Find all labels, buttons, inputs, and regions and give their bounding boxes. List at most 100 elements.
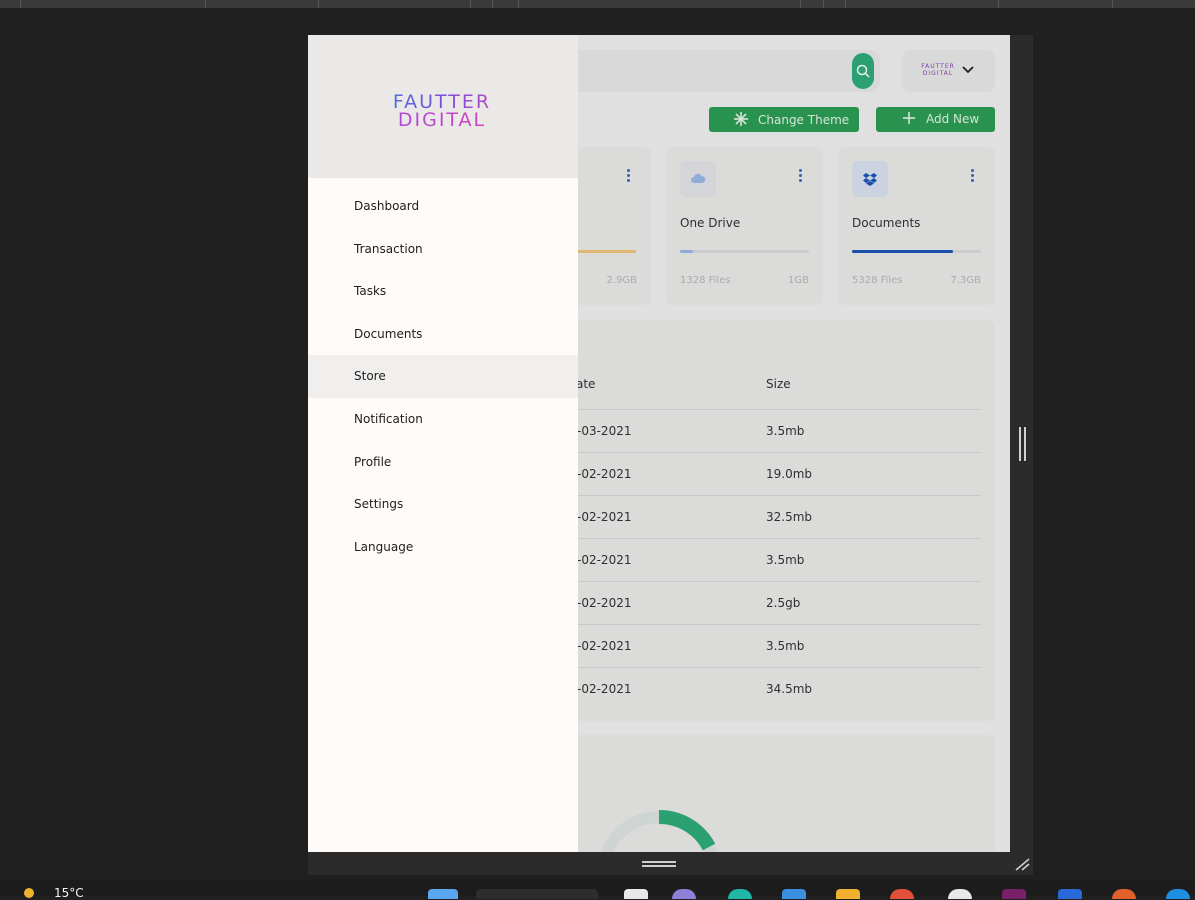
- task-view-icon[interactable]: [624, 889, 648, 899]
- row-size: 3.5mb: [766, 424, 805, 438]
- horizontal-resize-handle[interactable]: [642, 861, 676, 867]
- storage-progress-fill: [680, 250, 693, 253]
- nav-item-store[interactable]: Store: [308, 355, 578, 398]
- app-icon[interactable]: [948, 889, 972, 899]
- storage-progress: [680, 250, 809, 253]
- storage-title: Documents: [852, 216, 921, 230]
- store-app-icon[interactable]: [782, 889, 806, 899]
- more-options-icon[interactable]: [627, 169, 631, 184]
- dropbox-icon: [852, 161, 888, 197]
- vertical-resize-handle[interactable]: [1019, 427, 1026, 461]
- nav-item-transaction[interactable]: Transaction: [308, 228, 578, 271]
- weather-icon[interactable]: [24, 888, 34, 898]
- app-icon[interactable]: [1112, 889, 1136, 899]
- storage-title: One Drive: [680, 216, 741, 230]
- search-button[interactable]: [852, 53, 874, 89]
- table-row[interactable]: -02-2021 3.5mb: [548, 624, 981, 667]
- chat-icon[interactable]: [672, 889, 696, 899]
- table-row[interactable]: -02-2021 2.5gb: [548, 581, 981, 624]
- profile-menu[interactable]: FAUTTER DIGITAL: [902, 50, 995, 92]
- change-theme-label: Change Theme: [758, 112, 850, 127]
- table-row[interactable]: -02-2021 32.5mb: [548, 495, 981, 538]
- app-window: FAUTTER DIGITAL Change Theme Add New 2.9…: [308, 35, 1033, 875]
- window-titlebar-strip: [0, 0, 1195, 8]
- storage-progress: [852, 250, 981, 253]
- chevron-down-icon: [962, 66, 974, 74]
- resize-corner-icon[interactable]: [1014, 857, 1030, 871]
- app-icon[interactable]: [1002, 889, 1026, 899]
- storage-size: 1GB: [788, 275, 809, 286]
- taskbar-search-box[interactable]: [476, 889, 598, 899]
- notification-icon: [322, 410, 340, 428]
- nav-item-label: Transaction: [354, 242, 423, 256]
- change-theme-button[interactable]: Change Theme: [709, 107, 859, 132]
- tasks-icon: [322, 282, 340, 300]
- add-new-label: Add New: [926, 112, 980, 126]
- dashboard-icon: [322, 197, 340, 215]
- plus-icon: [903, 112, 915, 124]
- file-explorer-icon[interactable]: [836, 889, 860, 899]
- documents-icon: [322, 325, 340, 343]
- row-date: -02-2021: [577, 553, 632, 567]
- table-row[interactable]: -02-2021 3.5mb: [548, 538, 981, 581]
- row-size: 34.5mb: [766, 682, 813, 696]
- cloud-icon: [680, 161, 716, 197]
- nav-item-label: Profile: [354, 455, 392, 469]
- nav-item-tasks[interactable]: Tasks: [308, 270, 578, 313]
- transaction-icon: [322, 240, 340, 258]
- horizontal-resize-gutter[interactable]: [308, 852, 1033, 875]
- table-row[interactable]: -03-2021 3.5mb: [548, 409, 981, 452]
- table-row[interactable]: -02-2021 19.0mb: [548, 452, 981, 495]
- row-size: 2.5gb: [766, 596, 801, 610]
- row-date: -03-2021: [577, 424, 632, 438]
- drawer-header: FAUTTER DIGITAL: [308, 35, 578, 178]
- row-date: -02-2021: [577, 510, 632, 524]
- row-size: 19.0mb: [766, 467, 813, 481]
- nav-item-profile[interactable]: Profile: [308, 441, 578, 484]
- nav-item-notification[interactable]: Notification: [308, 398, 578, 441]
- row-size: 3.5mb: [766, 639, 805, 653]
- nav-item-label: Tasks: [354, 284, 387, 298]
- brand-logo-line2: DIGITAL: [370, 111, 514, 130]
- storage-files: 5328 Files: [852, 275, 903, 286]
- storage-card[interactable]: Documents 5328 Files 7.3GB: [838, 147, 995, 305]
- nav-item-dashboard[interactable]: Dashboard: [308, 185, 578, 228]
- search-input[interactable]: [558, 50, 880, 92]
- nav-item-label: Settings: [354, 497, 404, 511]
- profile-logo: FAUTTER DIGITAL: [920, 63, 956, 79]
- row-date: -02-2021: [577, 596, 632, 610]
- temperature-readout: 15°C: [54, 886, 84, 900]
- brand-logo: FAUTTER DIGITAL: [370, 93, 514, 130]
- nav-item-label: Dashboard: [354, 199, 420, 213]
- browser-icon[interactable]: [728, 889, 752, 899]
- snowflake-icon: [734, 112, 748, 126]
- nav-item-documents[interactable]: Documents: [308, 313, 578, 356]
- app-icon[interactable]: [1166, 889, 1190, 899]
- column-header-size: Size: [766, 377, 791, 391]
- storage-progress-fill: [852, 250, 953, 253]
- language-icon: [322, 538, 340, 556]
- row-size: 3.5mb: [766, 553, 805, 567]
- vertical-resize-gutter[interactable]: [1010, 35, 1033, 875]
- more-options-icon[interactable]: [799, 169, 803, 184]
- recent-files-table: ate Size -03-2021 3.5mb -02-2021 19.0mb -0…: [548, 320, 995, 721]
- profile-icon: [322, 453, 340, 471]
- add-new-button[interactable]: Add New: [876, 107, 995, 132]
- chrome-icon[interactable]: [890, 889, 914, 899]
- os-taskbar: 15°C: [0, 880, 1195, 900]
- storage-size: 7.3GB: [950, 275, 981, 286]
- row-date: -02-2021: [577, 682, 632, 696]
- navigation-drawer: FAUTTER DIGITAL Dashboard Transaction Ta…: [308, 35, 578, 852]
- nav-item-settings[interactable]: Settings: [308, 483, 578, 526]
- profile-logo-line2: DIGITAL: [922, 70, 954, 77]
- row-size: 32.5mb: [766, 510, 813, 524]
- more-options-icon[interactable]: [971, 169, 975, 184]
- start-icon[interactable]: [428, 889, 458, 899]
- column-header-date: ate: [576, 377, 596, 391]
- storage-card[interactable]: One Drive 1328 Files 1GB: [666, 147, 823, 305]
- vscode-icon[interactable]: [1058, 889, 1082, 899]
- nav-item-language[interactable]: Language: [308, 526, 578, 569]
- nav-item-label: Documents: [354, 327, 423, 341]
- nav-item-label: Notification: [354, 412, 423, 426]
- table-row[interactable]: -02-2021 34.5mb: [548, 667, 981, 710]
